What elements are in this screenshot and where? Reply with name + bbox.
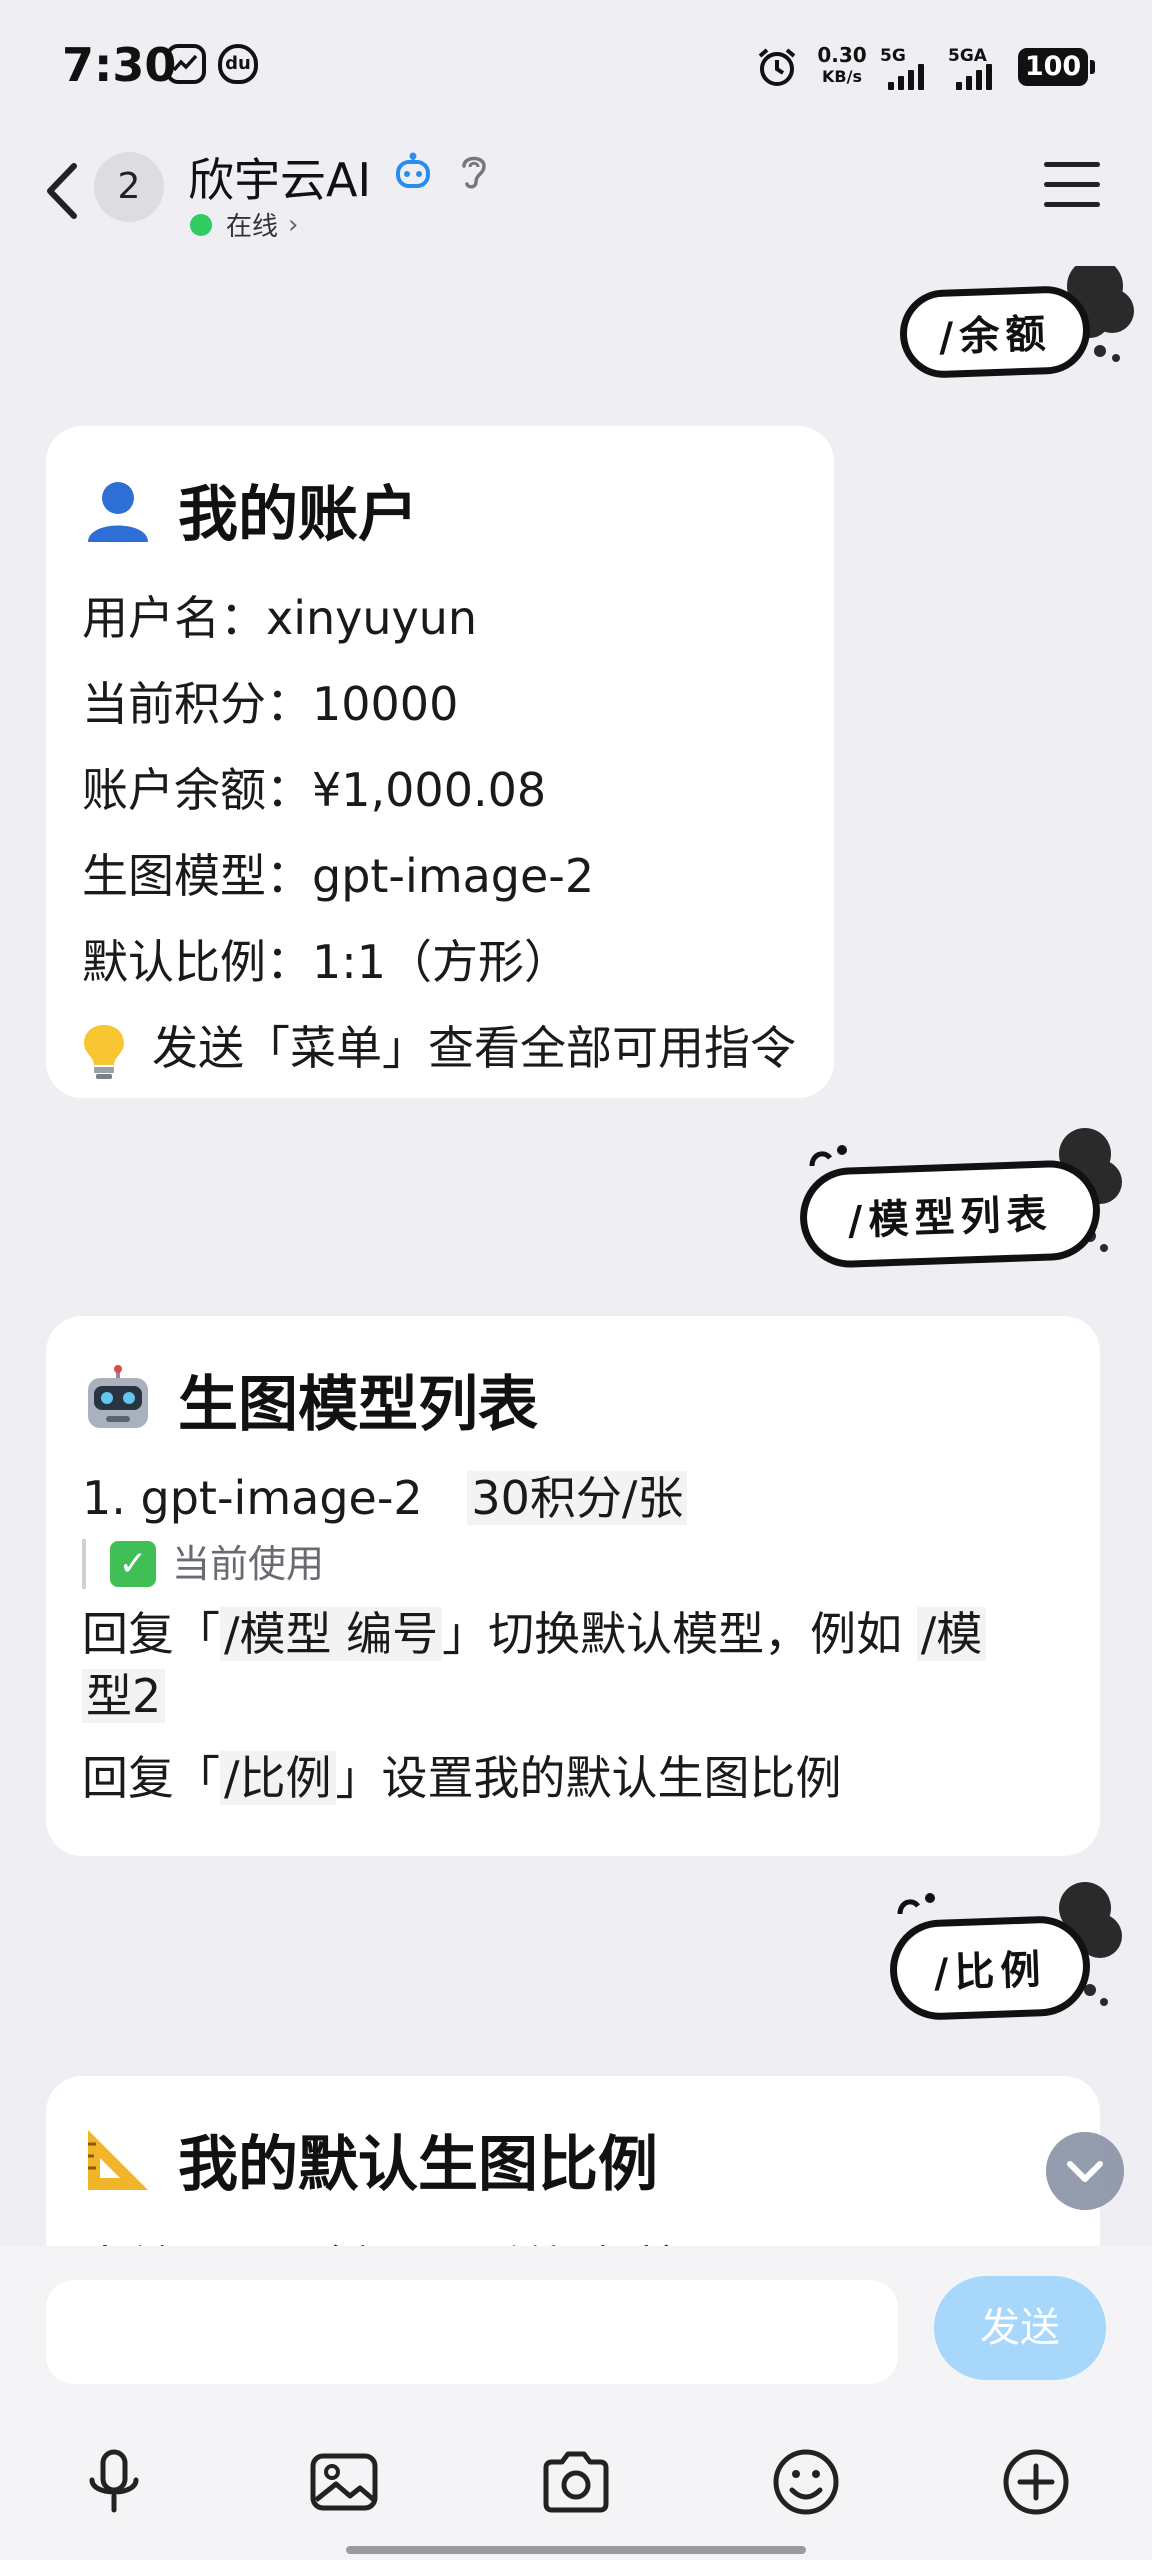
send-button[interactable]: 发送 (934, 2276, 1106, 2380)
reply-suffix: 」设置我的默认生图比例 (335, 1751, 842, 1805)
account-balance: 账户余额：¥1,000.08 (82, 763, 547, 817)
sim2-label: 5GA (948, 46, 987, 66)
models-card-title-row: 生图模型列表 (82, 1356, 1064, 1443)
image-icon[interactable] (308, 2446, 380, 2518)
signal-bars-icon (956, 64, 992, 90)
unread-count-badge[interactable]: 2 (94, 152, 164, 222)
account-model: 生图模型：gpt-image-2 (82, 849, 595, 903)
model-price: 30积分/张 (467, 1471, 688, 1525)
account-card: 我的账户 用户名：xinyuyun 当前积分：10000 账户余额：¥1,000… (46, 426, 834, 1098)
reply-prefix: 回复「 (82, 1751, 220, 1805)
ear-icon[interactable] (454, 150, 494, 192)
speed-value: 0.30 (817, 43, 867, 67)
model-command-example-a: /模 (916, 1607, 987, 1661)
du-app-label: du (225, 53, 251, 74)
sim1-label: 5G (880, 46, 906, 66)
account-card-title: 我的账户 (178, 480, 418, 550)
home-indicator[interactable] (346, 2546, 806, 2554)
speed-unit: KB/s (822, 67, 862, 86)
models-card-title: 生图模型列表 (178, 1370, 538, 1440)
alarm-icon (758, 48, 796, 86)
chat-header: 2 欣宇云AI 在线 › (0, 136, 1152, 266)
model-name: 1. gpt-image-2 (82, 1471, 423, 1525)
current-model-label: 当前使用 (172, 1542, 325, 1586)
status-time: 7:30 (62, 38, 177, 92)
emoji-icon[interactable] (770, 2446, 842, 2518)
model-command-example-b: 型2 (82, 1669, 166, 1723)
chat-title[interactable]: 欣宇云AI (188, 144, 371, 210)
network-speed: 0.30 KB/s (812, 44, 872, 88)
sent-sticker-ratio[interactable]: /比例 (888, 1878, 1130, 2022)
model-list-item: 1. gpt-image-2 30积分/张 (82, 1465, 1064, 1531)
chevron-right-icon: › (288, 209, 299, 240)
reply-suffix: 」切换默认模型，例如 (442, 1607, 903, 1661)
sent-sticker-balance[interactable]: /余额 (898, 266, 1140, 380)
ratio-card-title: 我的默认生图比例 (178, 2130, 658, 2200)
signal-sim1: 5G (880, 46, 944, 90)
lightbulb-icon (84, 1024, 124, 1079)
sticker-label: /比例 (888, 1914, 1092, 2022)
battery-indicator: 100 (1018, 48, 1095, 86)
current-model-quote: ✓ 当前使用 (82, 1539, 1064, 1589)
message-input[interactable] (46, 2280, 898, 2384)
status-bar: 7:30 du 0.30 KB/s 5G 5GA 100 (0, 0, 1152, 136)
account-tip: 发送「菜单」查看全部可用指令 (82, 1005, 798, 1091)
chart-app-icon (166, 44, 206, 84)
triangular-ruler-icon (88, 2129, 148, 2190)
check-icon: ✓ (110, 1541, 156, 1587)
online-dot (190, 213, 212, 236)
account-username: 用户名：xinyuyun (82, 591, 478, 645)
sparkle-icon (897, 1893, 935, 1915)
switch-model-instruction: 回复「/模型 编号」切换默认模型，例如 /模 型2 (82, 1603, 1064, 1727)
signal-bars-icon (888, 64, 924, 90)
account-points: 当前积分：10000 (82, 677, 459, 731)
ratio-card: 我的默认生图比例 当前：1:1（方形，系统默认） (46, 2076, 1100, 2246)
models-card: 生图模型列表 1. gpt-image-2 30积分/张 ✓ 当前使用 回复「/… (46, 1316, 1100, 1856)
tip-text: 发送「菜单」查看全部可用指令 (152, 1021, 796, 1075)
sticker-label: /余额 (898, 284, 1092, 380)
plus-icon[interactable] (1000, 2446, 1072, 2518)
scroll-to-bottom-button[interactable] (1046, 2132, 1124, 2210)
signal-sim2: 5GA (948, 46, 1012, 90)
model-command: /模型 编号 (220, 1607, 443, 1661)
robot-face-icon (88, 1364, 148, 1428)
microphone-icon[interactable] (78, 2446, 150, 2518)
ratio-current: 当前：1:1（方形，系统默认） (82, 2225, 1064, 2246)
ratio-instruction: 回复「/比例」设置我的默认生图比例 (82, 1747, 1064, 1809)
ratio-card-title-row: 我的默认生图比例 (82, 2116, 1064, 2203)
sparkle-icon (809, 1145, 847, 1167)
online-status[interactable]: 在线 › (190, 206, 298, 243)
ratio-command: /比例 (220, 1751, 336, 1805)
menu-icon[interactable] (1044, 162, 1100, 214)
camera-icon[interactable] (540, 2446, 612, 2518)
account-card-title-row: 我的账户 (82, 466, 798, 553)
robot-icon (396, 152, 430, 188)
sent-sticker-models[interactable]: /模型列表 (798, 1124, 1130, 1270)
du-app-icon: du (218, 44, 258, 84)
input-bar: 发送 (0, 2246, 1152, 2560)
reply-prefix: 回复「 (82, 1607, 220, 1661)
chat-area[interactable]: /余额 我的账户 用户名：xinyuyun 当前积分：10000 账户余额：¥1… (0, 266, 1152, 2246)
account-ratio: 默认比例：1:1（方形） (82, 935, 571, 989)
user-silhouette-icon (88, 481, 148, 542)
sticker-label: /模型列表 (798, 1158, 1102, 1270)
back-arrow-icon[interactable] (38, 156, 88, 226)
status-text: 在线 (226, 212, 279, 242)
